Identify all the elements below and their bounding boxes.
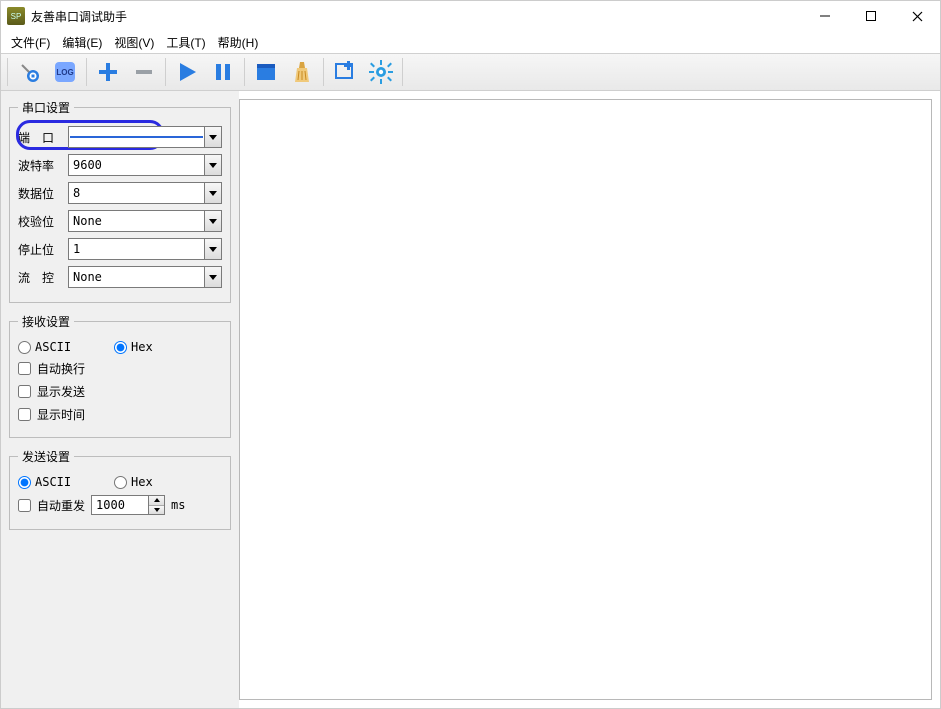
window-button[interactable] <box>249 56 283 88</box>
recv-hex-label: Hex <box>131 340 153 354</box>
left-panel: 串口设置 端 口 波特率 9600 数据位 8 <box>1 91 239 708</box>
titlebar: SP 友善串口调试助手 <box>1 1 940 31</box>
recv-settings-group: 接收设置 ASCII Hex 自动换行 显示发送 显示时间 <box>9 313 231 438</box>
data-label: 数据位 <box>18 185 62 202</box>
port-label: 端 口 <box>18 129 62 146</box>
new-window-button[interactable] <box>328 56 362 88</box>
menu-edit[interactable]: 编辑(E) <box>56 32 108 53</box>
remove-button[interactable] <box>127 56 161 88</box>
menu-help[interactable]: 帮助(H) <box>212 32 265 53</box>
interval-unit: ms <box>171 498 185 512</box>
parity-value: None <box>69 214 204 228</box>
chevron-down-icon[interactable] <box>204 183 221 203</box>
show-send-checkbox[interactable] <box>18 385 31 398</box>
pause-button[interactable] <box>206 56 240 88</box>
send-settings-group: 发送设置 ASCII Hex 自动重发 1000 ms <box>9 448 231 530</box>
auto-resend-checkbox[interactable] <box>18 499 31 512</box>
menubar: 文件(F) 编辑(E) 视图(V) 工具(T) 帮助(H) <box>1 31 940 53</box>
menu-tools[interactable]: 工具(T) <box>160 32 211 53</box>
toolbar: LOG <box>1 53 940 91</box>
app-icon: SP <box>7 7 25 25</box>
menu-file[interactable]: 文件(F) <box>5 32 56 53</box>
recv-ascii-radio[interactable] <box>18 341 31 354</box>
maximize-button[interactable] <box>848 1 894 31</box>
parity-label: 校验位 <box>18 213 62 230</box>
chevron-down-icon[interactable] <box>204 211 221 231</box>
show-send-label: 显示发送 <box>37 383 85 400</box>
chevron-down-icon[interactable] <box>204 239 221 259</box>
flow-value: None <box>69 270 204 284</box>
baud-value: 9600 <box>69 158 204 172</box>
window-title: 友善串口调试助手 <box>31 8 127 25</box>
send-hex-radio[interactable] <box>114 476 127 489</box>
port-value <box>70 136 203 138</box>
interval-spinner[interactable]: 1000 <box>91 495 165 515</box>
interval-value[interactable]: 1000 <box>92 496 148 514</box>
spinner-down-icon[interactable] <box>149 506 164 515</box>
flow-combo[interactable]: None <box>68 266 222 288</box>
output-area[interactable] <box>239 99 932 700</box>
flow-label: 流 控 <box>18 269 62 286</box>
show-time-label: 显示时间 <box>37 406 85 423</box>
stop-label: 停止位 <box>18 241 62 258</box>
play-button[interactable] <box>170 56 204 88</box>
recv-ascii-label: ASCII <box>35 340 71 354</box>
baud-combo[interactable]: 9600 <box>68 154 222 176</box>
auto-resend-label: 自动重发 <box>37 497 85 514</box>
show-time-checkbox[interactable] <box>18 408 31 421</box>
minimize-button[interactable] <box>802 1 848 31</box>
data-combo[interactable]: 8 <box>68 182 222 204</box>
send-ascii-radio[interactable] <box>18 476 31 489</box>
wrap-label: 自动换行 <box>37 360 85 377</box>
svg-text:LOG: LOG <box>56 68 73 77</box>
settings-button[interactable] <box>364 56 398 88</box>
add-button[interactable] <box>91 56 125 88</box>
clear-button[interactable] <box>285 56 319 88</box>
close-button[interactable] <box>894 1 940 31</box>
chevron-down-icon[interactable] <box>204 267 221 287</box>
serial-settings-legend: 串口设置 <box>18 99 74 116</box>
baud-label: 波特率 <box>18 157 62 174</box>
recv-settings-legend: 接收设置 <box>18 313 74 330</box>
wrap-checkbox[interactable] <box>18 362 31 375</box>
send-settings-legend: 发送设置 <box>18 448 74 465</box>
spinner-up-icon[interactable] <box>149 496 164 506</box>
parity-combo[interactable]: None <box>68 210 222 232</box>
connect-button[interactable] <box>12 56 46 88</box>
chevron-down-icon[interactable] <box>204 155 221 175</box>
stop-value: 1 <box>69 242 204 256</box>
stop-combo[interactable]: 1 <box>68 238 222 260</box>
menu-view[interactable]: 视图(V) <box>108 32 160 53</box>
log-button[interactable]: LOG <box>48 56 82 88</box>
send-ascii-label: ASCII <box>35 475 71 489</box>
recv-hex-radio[interactable] <box>114 341 127 354</box>
chevron-down-icon[interactable] <box>204 127 221 147</box>
data-value: 8 <box>69 186 204 200</box>
send-hex-label: Hex <box>131 475 153 489</box>
serial-settings-group: 串口设置 端 口 波特率 9600 数据位 8 <box>9 99 231 303</box>
port-combo[interactable] <box>68 126 222 148</box>
